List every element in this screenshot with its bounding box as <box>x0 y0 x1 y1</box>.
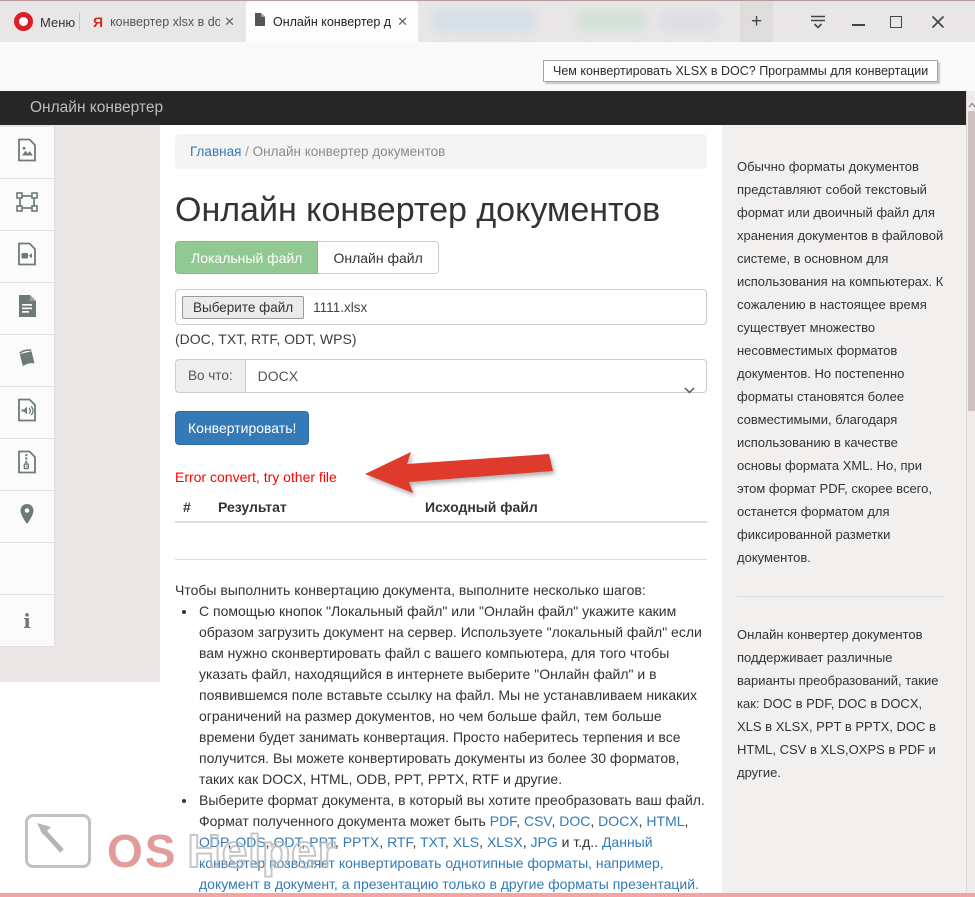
sidebar-divider <box>737 596 944 597</box>
format-link[interactable]: PPTX <box>343 834 380 850</box>
file-input[interactable]: Выберите файл 1111.xlsx <box>175 289 707 325</box>
monitor-cursor-icon <box>25 814 91 868</box>
ghost-tab <box>577 10 647 31</box>
audio-file-icon <box>16 398 38 427</box>
tab-title: конвертер xlsx в doc <box>110 15 220 29</box>
maximize-button[interactable] <box>881 1 911 42</box>
document-file-icon <box>16 294 38 323</box>
ebook-icon <box>15 346 39 375</box>
format-link[interactable]: XLS <box>453 834 479 850</box>
breadcrumb-home-link[interactable]: Главная <box>190 144 241 159</box>
browser-window: Меню Я конвертер xlsx в doc ✕ Онлайн кон… <box>0 0 975 897</box>
page-favicon-icon <box>254 12 266 32</box>
format-link[interactable]: PDF <box>490 813 516 829</box>
sidebar-item-images[interactable] <box>0 127 55 179</box>
tab-menu-icon[interactable] <box>810 14 826 35</box>
yandex-favicon-icon: Я <box>93 14 103 30</box>
format-link[interactable]: RTF <box>387 834 412 850</box>
opera-logo-icon[interactable] <box>14 12 33 31</box>
format-select[interactable]: DOCX <box>245 359 707 393</box>
sidebar-item-audio[interactable] <box>0 387 55 439</box>
results-table: # Результат Исходный файл <box>175 493 707 560</box>
instructions-bullet-1: С помощью кнопок "Локальный файл" или "О… <box>197 601 707 790</box>
breadcrumb-current: Онлайн конвертер документов <box>253 144 446 159</box>
format-link[interactable]: TXT <box>420 834 445 850</box>
tab-bar: Меню Я конвертер xlsx в doc ✕ Онлайн кон… <box>0 1 975 42</box>
formats-hint: (DOC, TXT, RTF, ODT, WPS) <box>175 331 722 347</box>
info-sidebar: Обычно форматы документов представляют с… <box>722 125 966 897</box>
page-scrollbar[interactable] <box>966 91 975 897</box>
format-link[interactable]: HTML <box>646 813 684 829</box>
convert-button[interactable]: Конвертировать! <box>175 411 309 445</box>
sidebar-item-info[interactable]: i <box>0 595 55 647</box>
image-file-icon <box>16 138 38 167</box>
tab-close-icon[interactable]: ✕ <box>224 14 235 30</box>
sidebar-item-empty <box>0 543 55 595</box>
page-title: Онлайн конвертер документов <box>175 191 722 229</box>
scrollbar-thumb[interactable] <box>968 111 975 411</box>
ghost-tab <box>432 8 536 33</box>
tabbar-divider <box>79 12 80 31</box>
format-link[interactable]: DOCX <box>598 813 638 829</box>
tab-local-file[interactable]: Локальный файл <box>175 241 318 274</box>
video-file-icon <box>16 242 38 271</box>
sidebar-item-video[interactable] <box>0 231 55 283</box>
results-table-empty-row <box>175 523 707 560</box>
category-sidebar: i <box>0 127 55 647</box>
tab-close-icon[interactable]: ✕ <box>397 14 408 30</box>
new-tab-button[interactable]: + <box>740 1 773 42</box>
tab-online-converter-active[interactable]: Онлайн конвертер д ✕ <box>246 1 418 42</box>
col-number: # <box>183 499 218 515</box>
archive-file-icon <box>16 450 38 479</box>
sidebar-paragraph-2: Онлайн конвертер документов поддерживает… <box>737 623 944 784</box>
sidebar-item-ebooks[interactable] <box>0 335 55 387</box>
tab-title: Онлайн конвертер д <box>273 15 393 29</box>
location-pin-icon <box>18 503 36 530</box>
breadcrumb-separator: / <box>241 144 252 159</box>
format-select-value: DOCX <box>258 368 298 384</box>
selected-filename: 1111.xlsx <box>313 300 367 315</box>
vector-graphics-icon <box>15 191 39 218</box>
sidebar-item-vector[interactable] <box>0 179 55 231</box>
ghost-tab <box>660 10 718 31</box>
sidebar-item-location[interactable] <box>0 491 55 543</box>
source-tabs: Локальный файл Онлайн файл <box>175 241 722 274</box>
sidebar-item-archives[interactable] <box>0 439 55 491</box>
convert-to-group: Во что: DOCX <box>175 359 707 393</box>
bottom-accent-line <box>0 893 975 897</box>
watermark-helper-text: Helper <box>187 824 336 878</box>
info-icon: i <box>23 609 31 633</box>
tab-converter-search[interactable]: Я конвертер xlsx в doc ✕ <box>85 1 245 42</box>
watermark: OS Helper <box>25 814 337 897</box>
format-link[interactable]: CSV <box>524 813 552 829</box>
format-link[interactable]: XLSX <box>487 834 523 850</box>
choose-file-button[interactable]: Выберите файл <box>182 296 304 319</box>
sidebar-item-documents[interactable] <box>0 283 55 335</box>
format-link[interactable]: JPG <box>531 834 558 850</box>
chevron-down-icon <box>684 373 695 405</box>
main-content: Главная / Онлайн конвертер документов Он… <box>160 125 722 897</box>
opera-menu-button[interactable]: Меню <box>40 15 75 30</box>
breadcrumb: Главная / Онлайн конвертер документов <box>175 134 707 169</box>
close-window-button[interactable] <box>923 1 953 42</box>
site-header: Онлайн конвертер <box>0 91 966 125</box>
convert-to-label: Во что: <box>175 359 245 393</box>
site-title: Онлайн конвертер <box>30 91 966 125</box>
annotation-arrow-icon <box>363 447 559 502</box>
tab-online-file[interactable]: Онлайн файл <box>318 241 438 274</box>
sidebar-paragraph-1: Обычно форматы документов представляют с… <box>737 155 944 569</box>
watermark-os-text: OS <box>107 824 177 878</box>
format-link[interactable]: DOC <box>559 813 590 829</box>
minimize-button[interactable] <box>843 1 873 42</box>
link-tooltip: Чем конвертировать XLSX в DOC? Программы… <box>543 60 938 82</box>
instructions-intro: Чтобы выполнить конвертацию документа, в… <box>175 580 707 601</box>
